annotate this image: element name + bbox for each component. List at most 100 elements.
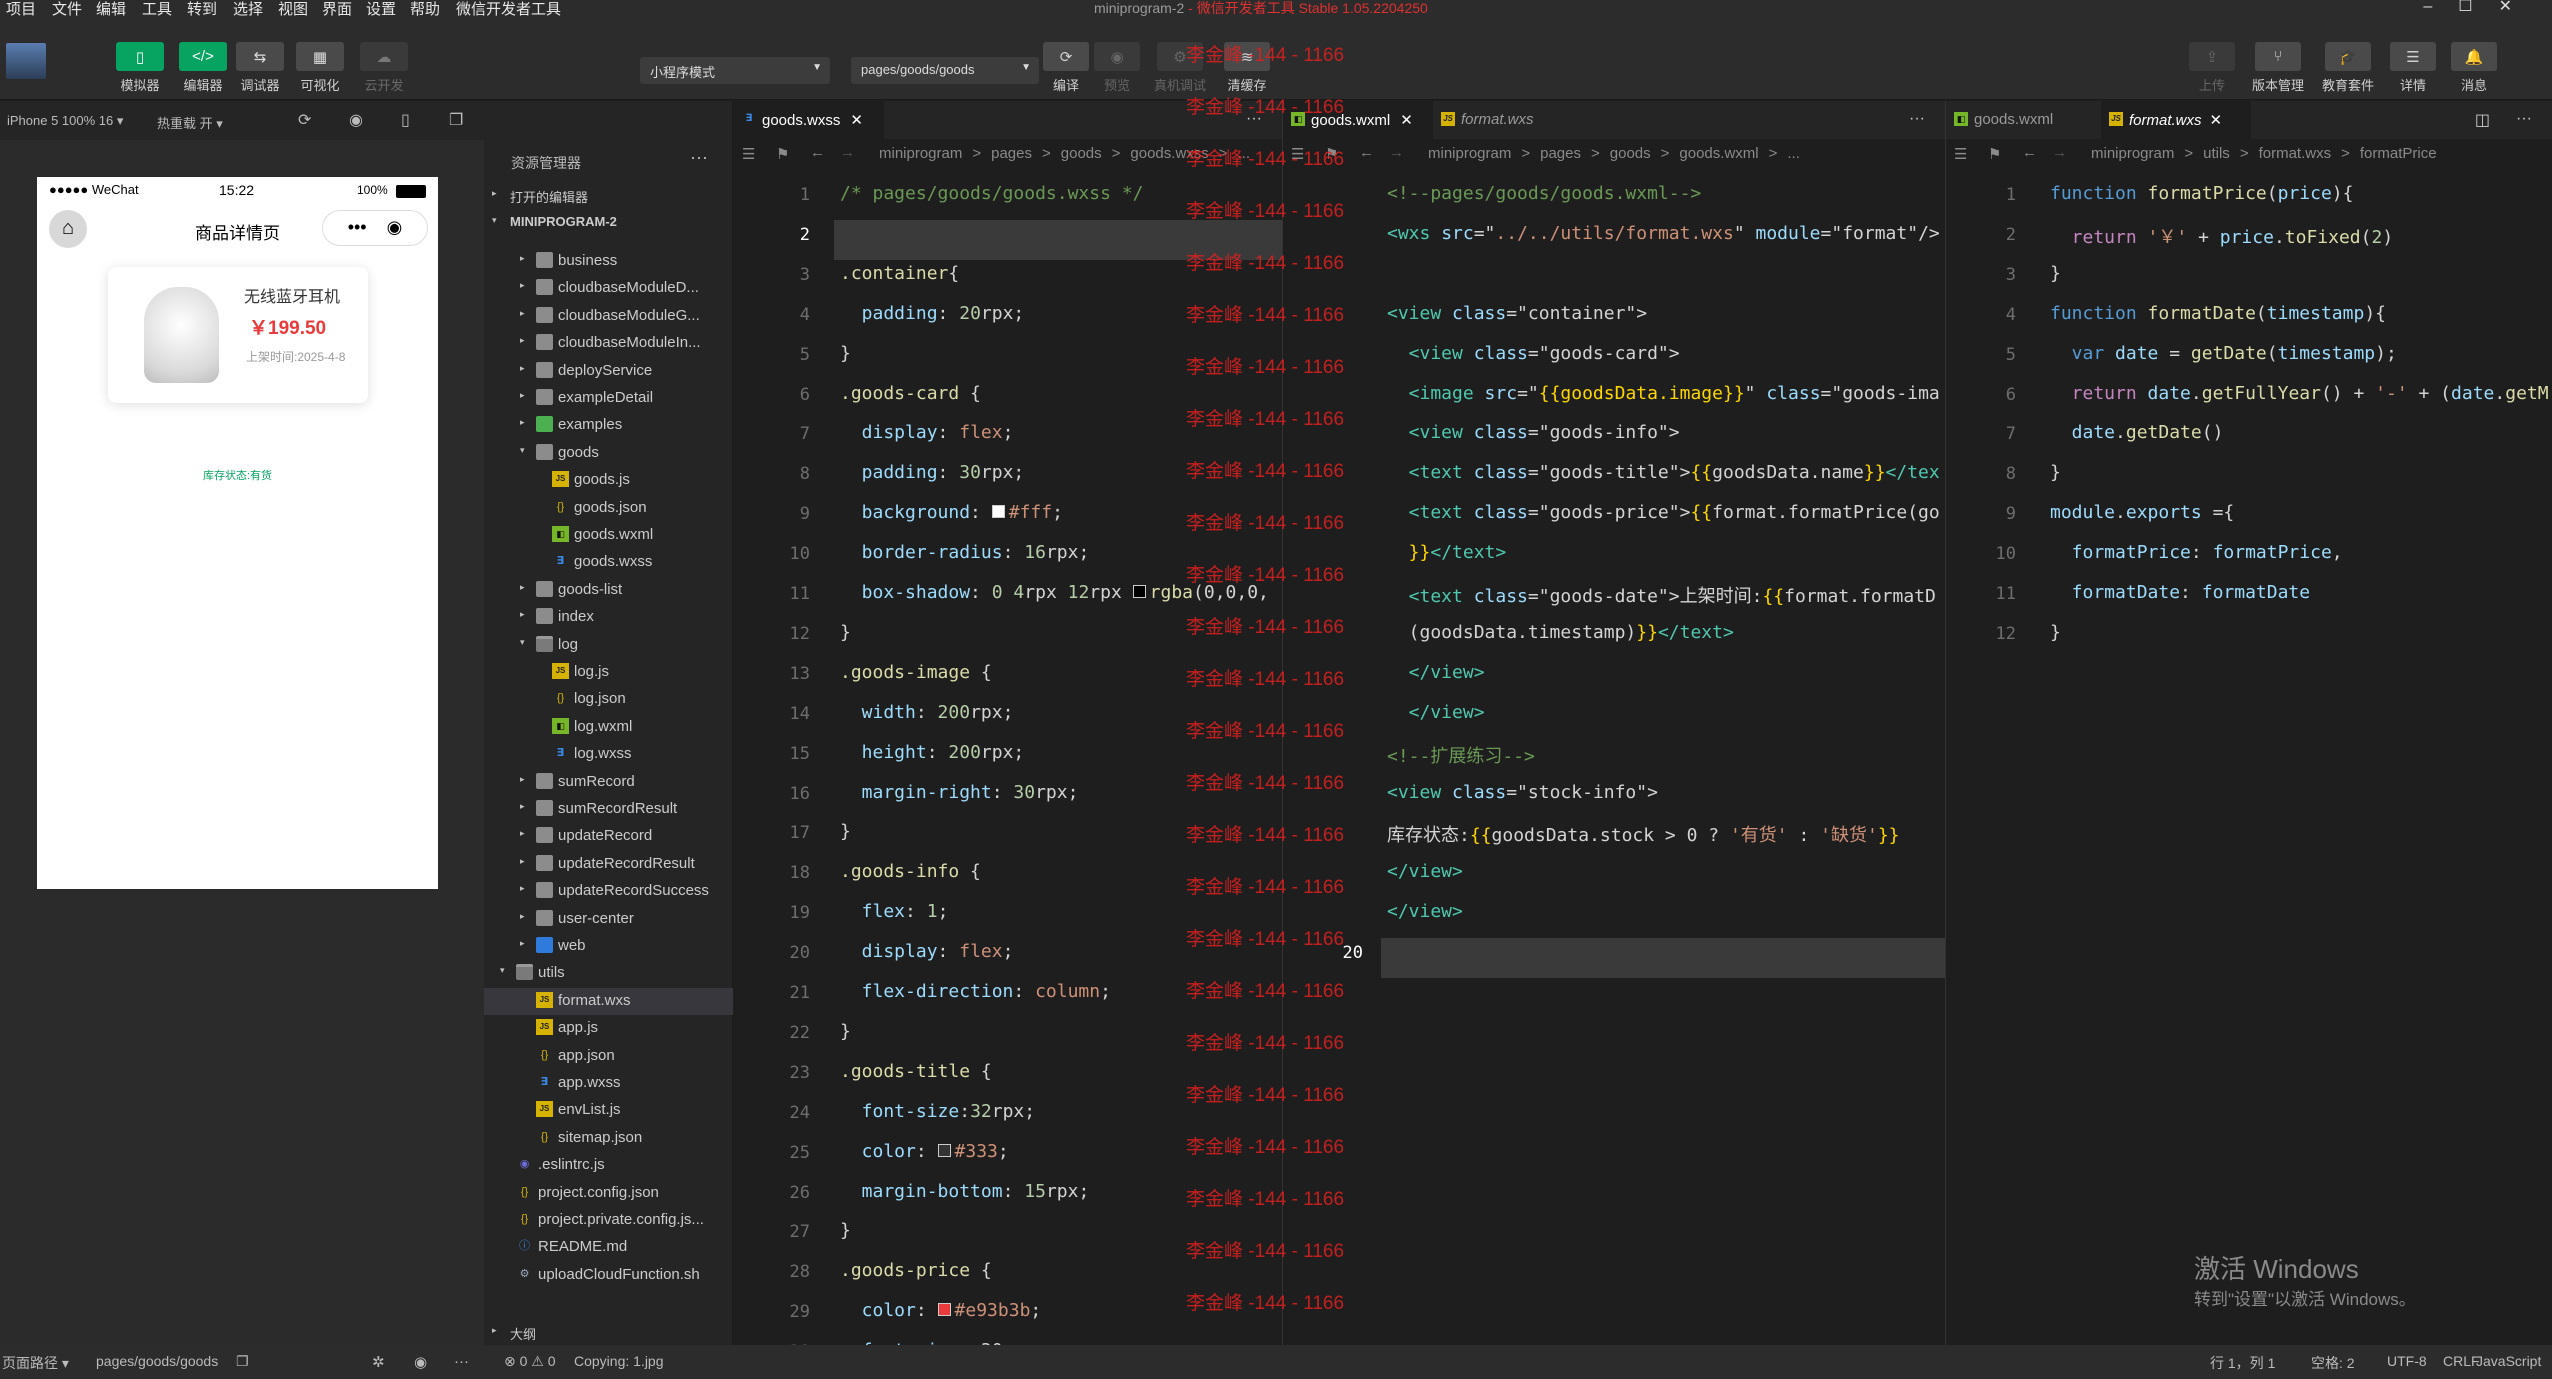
outline-section[interactable]: ▸ 大纲 bbox=[484, 1320, 733, 1347]
eye-icon[interactable]: ◉ bbox=[414, 1353, 427, 1371]
breadcrumb-item[interactable]: miniprogram bbox=[1428, 145, 1511, 162]
chevron-right-icon[interactable]: ▸ bbox=[520, 883, 525, 894]
folder-item[interactable]: ▸ web bbox=[484, 933, 733, 960]
file-item[interactable]: {} sitemap.json bbox=[484, 1125, 733, 1152]
file-item[interactable]: JS app.js bbox=[484, 1015, 733, 1042]
folder-item[interactable]: ▾ utils bbox=[484, 960, 733, 987]
rotate-icon[interactable]: ⟳ bbox=[298, 110, 311, 130]
chevron-right-icon[interactable]: ▸ bbox=[520, 911, 525, 922]
file-item[interactable]: {} log.json bbox=[484, 686, 733, 713]
more-icon[interactable]: ··· bbox=[690, 147, 708, 168]
eye-button[interactable]: ◉ 预览 bbox=[1082, 42, 1152, 94]
indent-setting[interactable]: 空格: 2 bbox=[2311, 1353, 2355, 1373]
forward-icon[interactable]: → bbox=[2052, 144, 2067, 161]
file-item[interactable]: JS format.wxs bbox=[484, 987, 733, 1015]
chevron-right-icon[interactable]: ▸ bbox=[520, 390, 525, 401]
branch-button[interactable]: ⑂ 版本管理 bbox=[2243, 42, 2313, 94]
code-editor[interactable]: 1/* pages/goods/goods.wxss */2 3 .containe… bbox=[734, 170, 1282, 1345]
folder-item[interactable]: ▸ index bbox=[484, 604, 733, 631]
more-icon[interactable]: ··· bbox=[454, 1353, 469, 1370]
color-swatch[interactable] bbox=[991, 505, 1005, 519]
tab-format-wxs[interactable]: JS format.wxs bbox=[1433, 101, 1573, 139]
eol[interactable]: CRLF bbox=[2443, 1353, 2480, 1369]
file-item[interactable]: {} project.private.config.js... bbox=[484, 1207, 733, 1234]
avatar[interactable] bbox=[6, 43, 46, 79]
window-controls[interactable]: –☐✕ bbox=[2423, 0, 2538, 16]
folder-item[interactable]: ▸ exampleDetail bbox=[484, 385, 733, 412]
upload-button[interactable]: ⇪ 上传 bbox=[2177, 42, 2247, 94]
file-item[interactable]: ∃ app.wxss bbox=[484, 1070, 733, 1097]
folder-item[interactable]: ▸ sumRecordResult bbox=[484, 796, 733, 823]
page-select[interactable]: pages/goods/goods ▼ bbox=[851, 57, 1039, 84]
forward-icon[interactable]: → bbox=[840, 144, 855, 161]
folder-item[interactable]: ▾ log bbox=[484, 632, 733, 659]
back-icon[interactable]: ← bbox=[1359, 144, 1374, 161]
bookmark-icon[interactable]: ⚑ bbox=[776, 145, 789, 163]
file-item[interactable]: {} app.json bbox=[484, 1043, 733, 1070]
breadcrumb-item[interactable]: goods bbox=[1061, 145, 1102, 162]
file-item[interactable]: JS goods.js bbox=[484, 467, 733, 494]
bug-icon[interactable]: ✲ bbox=[372, 1353, 385, 1371]
list-button[interactable]: ☰ 详情 bbox=[2378, 42, 2448, 94]
folder-item[interactable]: ▸ examples bbox=[484, 412, 733, 439]
chevron-right-icon[interactable]: ▸ bbox=[520, 828, 525, 839]
copy-icon[interactable]: ❐ bbox=[236, 1353, 249, 1370]
split-editor-icon[interactable]: ◫ bbox=[2475, 110, 2490, 130]
file-item[interactable]: ∃ log.wxss bbox=[484, 741, 733, 768]
window-icon[interactable]: ❐ bbox=[449, 110, 463, 130]
cursor-position[interactable]: 行 1，列 1 bbox=[2210, 1353, 2275, 1373]
layout-button[interactable]: ▦ 可视化 bbox=[290, 42, 350, 94]
breadcrumb-item[interactable]: utils bbox=[2203, 145, 2230, 162]
file-item[interactable]: {} goods.json bbox=[484, 495, 733, 522]
color-swatch[interactable] bbox=[937, 1303, 951, 1317]
file-item[interactable]: JS log.js bbox=[484, 659, 733, 686]
folder-item[interactable]: ▸ goods-list bbox=[484, 577, 733, 604]
folder-item[interactable]: ▸ updateRecordResult bbox=[484, 851, 733, 878]
color-swatch[interactable] bbox=[937, 1143, 951, 1157]
open-editors-section[interactable]: ▸ 打开的编辑器 bbox=[484, 183, 733, 210]
chevron-right-icon[interactable]: ▸ bbox=[520, 335, 525, 346]
back-icon[interactable]: ← bbox=[810, 144, 825, 161]
graduation-button[interactable]: 🎓 教育套件 bbox=[2313, 42, 2383, 94]
chevron-down-icon[interactable]: ▾ bbox=[500, 965, 505, 976]
file-item[interactable]: ⚙ uploadCloudFunction.sh bbox=[484, 1262, 733, 1289]
breadcrumb-item[interactable]: format.wxs bbox=[2259, 145, 2332, 162]
breadcrumb-item[interactable]: pages bbox=[991, 145, 1032, 162]
chevron-down-icon[interactable]: ▾ bbox=[520, 637, 525, 648]
more-icon[interactable]: ··· bbox=[2516, 110, 2532, 128]
folder-item[interactable]: ▸ cloudbaseModuleIn... bbox=[484, 330, 733, 357]
folder-item[interactable]: ▸ deployService bbox=[484, 358, 733, 385]
breadcrumb-item[interactable]: pages bbox=[1540, 145, 1581, 162]
bookmark-icon[interactable]: ⚑ bbox=[1988, 145, 2001, 163]
file-item[interactable]: ◉ .eslintrc.js bbox=[484, 1152, 733, 1179]
folder-item[interactable]: ▸ sumRecord bbox=[484, 769, 733, 796]
code-editor[interactable]: <!--pages/goods/goods.wxml--> <wxs src=".… bbox=[1283, 170, 1945, 1345]
file-item[interactable]: ◧ log.wxml bbox=[484, 714, 733, 741]
folder-item[interactable]: ▸ business bbox=[484, 248, 733, 275]
list-icon[interactable]: ☰ bbox=[1954, 145, 1967, 163]
color-swatch[interactable] bbox=[1132, 585, 1146, 598]
encoding[interactable]: UTF-8 bbox=[2387, 1353, 2427, 1369]
code-button[interactable]: </> 编辑器 bbox=[173, 42, 233, 94]
device-select[interactable]: iPhone 5 100% 16 ▾ bbox=[7, 113, 123, 129]
phone-button[interactable]: ▯ 模拟器 bbox=[110, 42, 170, 94]
chevron-right-icon[interactable]: ▸ bbox=[520, 609, 525, 620]
folder-item[interactable]: ▾ goods bbox=[484, 440, 733, 467]
folder-item[interactable]: ▸ updateRecord bbox=[484, 823, 733, 850]
bell-button[interactable]: 🔔 消息 bbox=[2439, 42, 2509, 94]
chevron-right-icon[interactable]: ▸ bbox=[520, 253, 525, 264]
project-section[interactable]: ▾ MINIPROGRAM-2 bbox=[484, 210, 733, 237]
chevron-right-icon[interactable]: ▸ bbox=[520, 774, 525, 785]
mode-select[interactable]: 小程序模式 ▼ bbox=[640, 57, 830, 84]
file-item[interactable]: JS envList.js bbox=[484, 1097, 733, 1124]
breadcrumb-item[interactable]: miniprogram bbox=[2091, 145, 2174, 162]
file-item[interactable]: {} project.config.json bbox=[484, 1180, 733, 1207]
chevron-right-icon[interactable]: ▸ bbox=[520, 308, 525, 319]
back-icon[interactable]: ← bbox=[2022, 144, 2037, 161]
file-item[interactable]: ⓘ README.md bbox=[484, 1234, 733, 1261]
folder-item[interactable]: ▸ updateRecordSuccess bbox=[484, 878, 733, 905]
capsule-menu[interactable]: ••• ◉ bbox=[322, 210, 428, 246]
chevron-right-icon[interactable]: ▸ bbox=[520, 938, 525, 949]
breadcrumb-item[interactable]: goods bbox=[1610, 145, 1651, 162]
folder-item[interactable]: ▸ cloudbaseModuleG... bbox=[484, 303, 733, 330]
